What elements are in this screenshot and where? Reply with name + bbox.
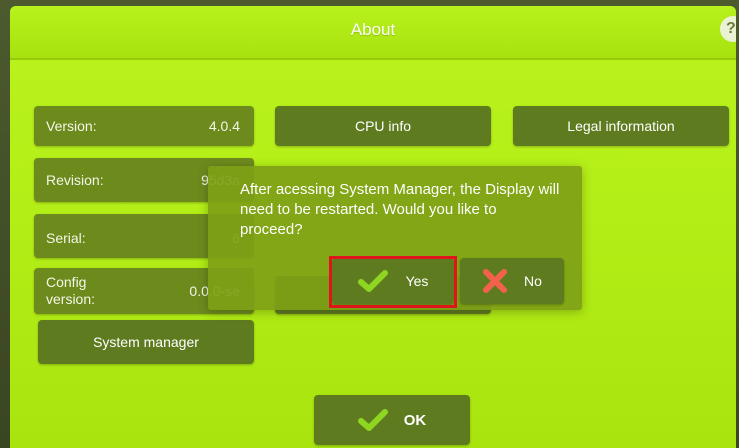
confirm-dialog: After acessing System Manager, the Displ… xyxy=(208,166,582,310)
revision-label: Revision: xyxy=(46,172,104,188)
no-button[interactable]: No xyxy=(460,258,564,304)
version-value: 4.0.4 xyxy=(208,118,240,134)
serial-label: Serial: xyxy=(46,230,86,246)
title-bar: About ? xyxy=(10,6,736,60)
checkmark-icon xyxy=(357,409,388,431)
version-box: Version: 4.0.4 xyxy=(34,106,254,146)
dialog-message: After acessing System Manager, the Displ… xyxy=(240,181,560,238)
version-label: Version: xyxy=(46,118,97,134)
config-label: Config version: xyxy=(46,274,96,307)
no-label: No xyxy=(524,273,542,289)
device-screen: About ? Version: 4.0.4 Revision: 95d3a S… xyxy=(10,6,736,448)
system-manager-button[interactable]: System manager xyxy=(38,320,254,364)
cpu-info-button[interactable]: CPU info xyxy=(275,106,491,146)
yes-highlight-box xyxy=(329,256,457,308)
legal-information-button[interactable]: Legal information xyxy=(513,106,729,146)
ok-label: OK xyxy=(403,411,427,429)
ok-button[interactable]: OK xyxy=(314,395,470,445)
x-icon xyxy=(483,269,508,293)
page-title: About xyxy=(350,20,396,39)
